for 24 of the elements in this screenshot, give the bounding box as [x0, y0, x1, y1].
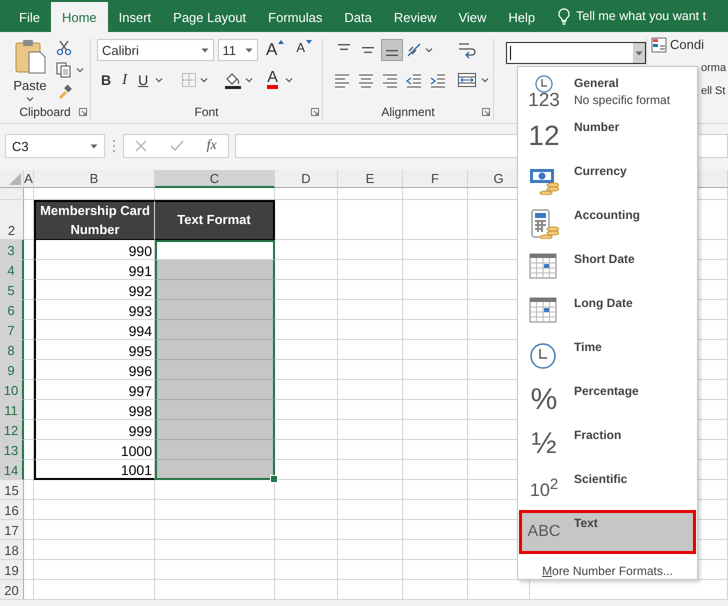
group-label: Font: [194, 105, 218, 119]
group-label: Clipboard: [19, 105, 71, 119]
table-cell: 990: [34, 240, 155, 260]
format-symbol: %: [530, 385, 558, 415]
format-symbol: 12: [528, 122, 560, 150]
table-cell: 993: [34, 300, 155, 320]
table-cell: 1001: [34, 460, 155, 480]
header-cell: Membership Card Number: [34, 200, 155, 240]
format-symbol: ½: [531, 429, 557, 459]
format-symbol: 10$^{2}$: [530, 477, 558, 499]
table-cell: 996: [34, 360, 155, 380]
header-cell: Text Format: [155, 200, 275, 240]
format-symbol: 123: [528, 91, 560, 110]
format-symbol: ABC: [528, 524, 560, 540]
table-cell: 999: [34, 420, 155, 440]
table-cell: 991: [34, 260, 155, 280]
table-cell: 995: [34, 340, 155, 360]
option-description: No specific format: [574, 93, 670, 107]
table-cell: 994: [34, 320, 155, 340]
table-cell: 1000: [34, 440, 155, 460]
table-cell: 998: [34, 400, 155, 420]
table-cell: 992: [34, 280, 155, 300]
group-label: Alignment: [381, 105, 435, 119]
table-cell: 997: [34, 380, 155, 400]
